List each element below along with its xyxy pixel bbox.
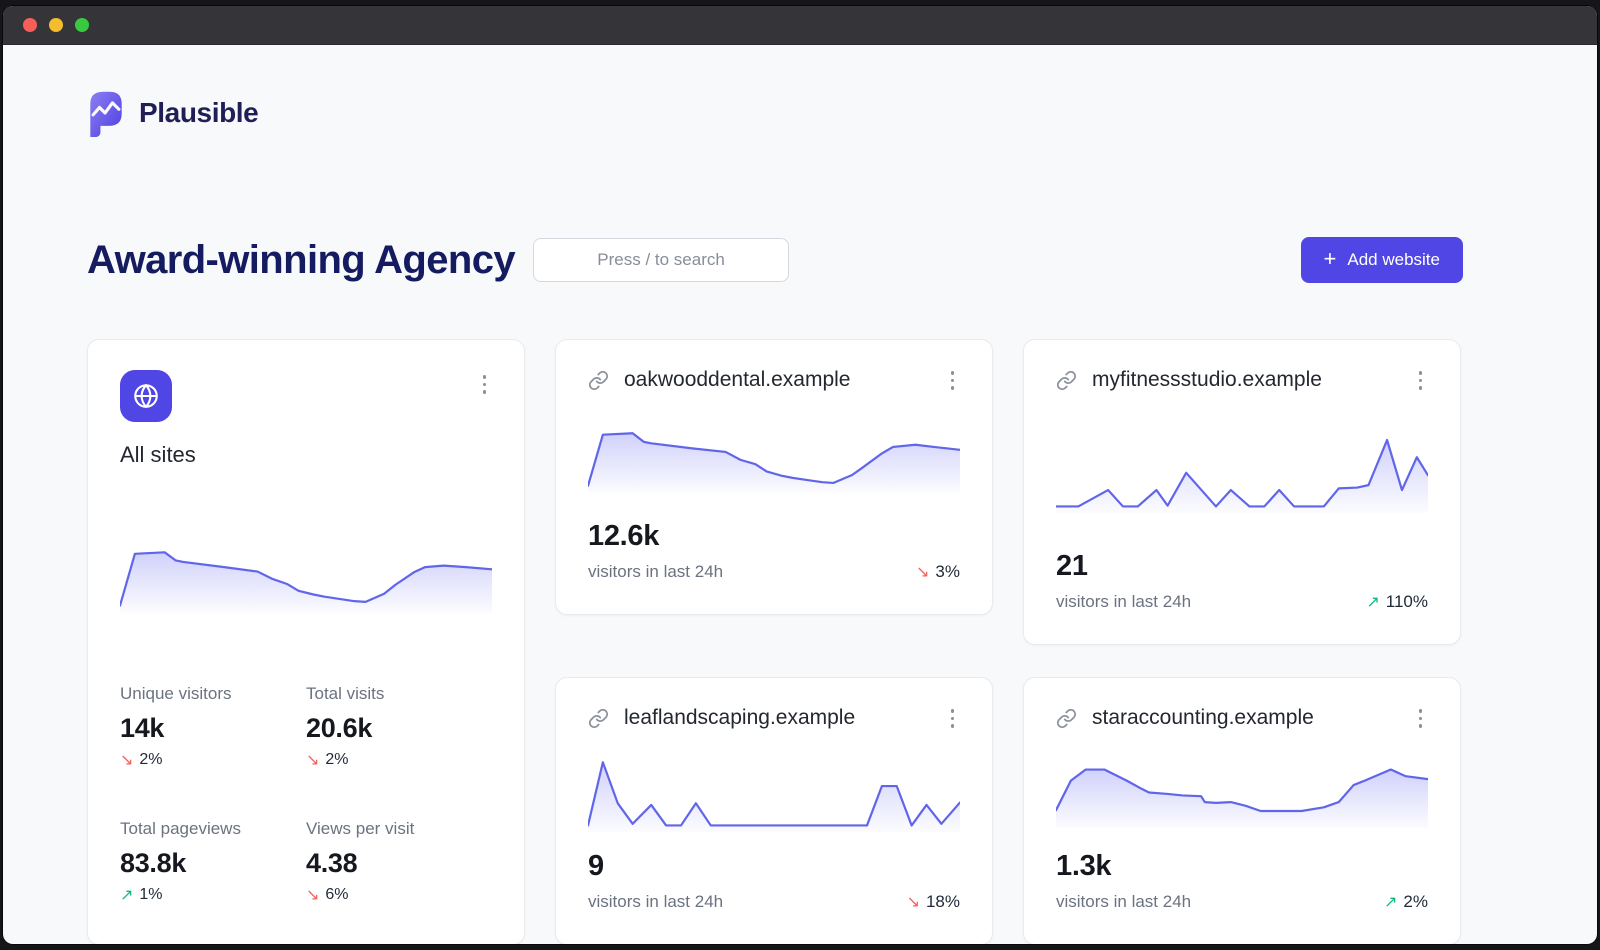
change-value: 110% <box>1386 592 1428 612</box>
visitors-value: 9 <box>588 850 960 883</box>
trend-up-icon: ↗ <box>120 887 133 903</box>
card-menu-button[interactable] <box>1413 366 1429 395</box>
change-value: 18% <box>926 892 960 912</box>
all-sites-title: All sites <box>120 442 492 468</box>
site-domain: leaflandscaping.example <box>624 706 855 730</box>
stat-total-pageviews: Total pageviews 83.8k ↗ 1% <box>120 819 306 904</box>
trend-down-icon: ↘ <box>306 752 319 768</box>
change-indicator: ↗ 110% <box>1366 592 1428 612</box>
page-header: Award-winning Agency + Add website <box>87 237 1463 283</box>
link-icon <box>1056 370 1077 391</box>
stat-unique-visitors: Unique visitors 14k ↘ 2% <box>120 684 306 769</box>
card-menu-button[interactable] <box>1413 704 1429 733</box>
stat-views-per-visit: Views per visit 4.38 ↘ 6% <box>306 819 492 904</box>
link-icon <box>588 708 609 729</box>
site-card-staraccounting[interactable]: staraccounting.example 1.3k visitors in … <box>1023 677 1461 944</box>
grid-column-1: All sites Unique visitors 14k ↘ 2% <box>87 339 525 944</box>
sites-grid: All sites Unique visitors 14k ↘ 2% <box>87 339 1463 944</box>
trend-up-icon: ↗ <box>1366 594 1379 610</box>
site-domain: myfitnessstudio.example <box>1092 368 1322 392</box>
site-domain: staraccounting.example <box>1092 706 1314 730</box>
add-website-label: Add website <box>1347 250 1440 270</box>
plus-icon: + <box>1324 248 1337 270</box>
site-card-oakwooddental[interactable]: oakwooddental.example 12.6k visitors in … <box>555 339 993 615</box>
site-sparkline-chart <box>588 395 960 521</box>
visitors-value: 1.3k <box>1056 850 1428 883</box>
card-menu-button[interactable] <box>945 704 961 733</box>
change-value: 2% <box>1403 892 1428 912</box>
site-card-leaflandscaping[interactable]: leaflandscaping.example 9 visitors in la… <box>555 677 993 944</box>
site-sparkline-chart <box>588 733 960 851</box>
visitors-value: 21 <box>1056 550 1428 583</box>
visitors-caption: visitors in last 24h <box>1056 592 1366 612</box>
change-value: 3% <box>935 562 960 582</box>
card-menu-button[interactable] <box>477 370 493 399</box>
trend-up-icon: ↗ <box>1384 894 1397 910</box>
globe-icon <box>120 370 172 422</box>
stat-change: ↗ 1% <box>120 886 306 904</box>
all-sites-stats: Unique visitors 14k ↘ 2% Total visits 20… <box>120 684 492 904</box>
page-content: Plausible Award-winning Agency + Add web… <box>3 45 1597 944</box>
stat-change: ↘ 6% <box>306 886 492 904</box>
stat-change: ↘ 2% <box>120 751 306 769</box>
visitors-value: 12.6k <box>588 520 960 553</box>
plausible-logo-icon <box>87 89 125 137</box>
app-window: Plausible Award-winning Agency + Add web… <box>3 6 1597 944</box>
trend-down-icon: ↘ <box>120 752 133 768</box>
grid-column-3: myfitnessstudio.example 21 visitors in l… <box>1023 339 1461 944</box>
window-titlebar <box>3 6 1597 45</box>
grid-column-2: oakwooddental.example 12.6k visitors in … <box>555 339 993 944</box>
card-menu-button[interactable] <box>945 366 961 395</box>
stat-change: ↘ 2% <box>306 751 492 769</box>
site-sparkline-chart <box>1056 395 1428 551</box>
visitors-caption: visitors in last 24h <box>588 892 907 912</box>
minimize-button[interactable] <box>49 18 63 32</box>
search-input[interactable] <box>533 238 789 282</box>
site-sparkline-chart <box>1056 733 1428 851</box>
stat-total-visits: Total visits 20.6k ↘ 2% <box>306 684 492 769</box>
trend-down-icon: ↘ <box>907 894 920 910</box>
add-website-button[interactable]: + Add website <box>1301 237 1463 283</box>
visitors-caption: visitors in last 24h <box>1056 892 1384 912</box>
close-button[interactable] <box>23 18 37 32</box>
trend-down-icon: ↘ <box>306 887 319 903</box>
site-card-myfitnessstudio[interactable]: myfitnessstudio.example 21 visitors in l… <box>1023 339 1461 645</box>
visitors-caption: visitors in last 24h <box>588 562 916 582</box>
all-sites-chart <box>120 468 492 684</box>
brand-logo[interactable]: Plausible <box>87 89 1597 137</box>
page-title: Award-winning Agency <box>87 238 515 283</box>
change-indicator: ↗ 2% <box>1384 892 1428 912</box>
change-indicator: ↘ 18% <box>907 892 960 912</box>
link-icon <box>1056 708 1077 729</box>
brand-wordmark: Plausible <box>139 97 258 129</box>
trend-down-icon: ↘ <box>916 564 929 580</box>
all-sites-card[interactable]: All sites Unique visitors 14k ↘ 2% <box>87 339 525 944</box>
change-indicator: ↘ 3% <box>916 562 960 582</box>
site-domain: oakwooddental.example <box>624 368 851 392</box>
zoom-button[interactable] <box>75 18 89 32</box>
link-icon <box>588 370 609 391</box>
